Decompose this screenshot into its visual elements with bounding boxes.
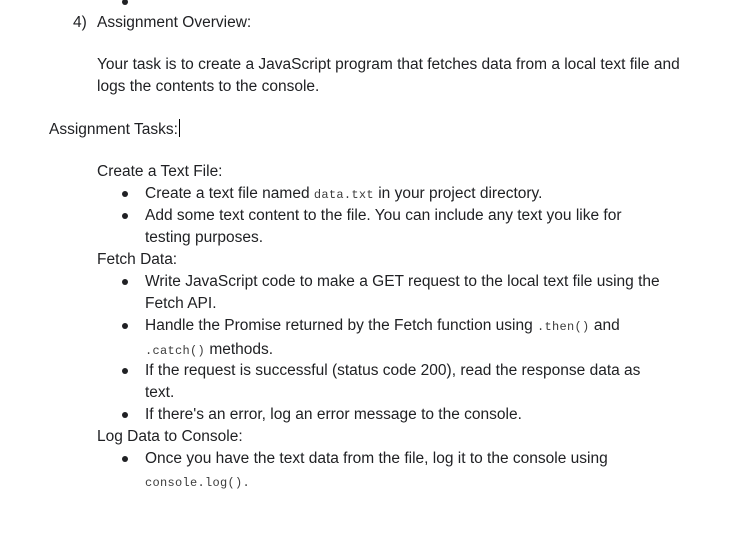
list-item: If the request is successful (status cod…	[145, 362, 641, 401]
bullet-dot	[122, 323, 128, 329]
tasks-heading-text: Assignment Tasks:	[49, 121, 178, 138]
list-item: If there's an error, log an error messag…	[145, 406, 522, 423]
code-then: .then()	[537, 320, 590, 334]
bullet-dot	[122, 368, 128, 374]
list-item: Once you have the text data from the fil…	[145, 450, 608, 490]
code-data-txt: data.txt	[313, 188, 374, 202]
text-cursor	[178, 119, 180, 137]
bullet-dot	[122, 0, 128, 5]
code-catch: .catch()	[145, 344, 206, 358]
section-description: Your task is to create a JavaScript prog…	[97, 56, 680, 95]
section-number: 4)	[73, 14, 87, 31]
group-heading-create-file: Create a Text File:	[97, 163, 223, 180]
group-heading-log-data: Log Data to Console:	[97, 428, 243, 445]
bullet-dot	[122, 191, 128, 197]
list-item: Add some text content to the file. You c…	[145, 207, 622, 246]
list-item: Write JavaScript code to make a GET requ…	[145, 273, 660, 312]
list-item: Handle the Promise returned by the Fetch…	[145, 317, 620, 358]
bullet-dot	[122, 412, 128, 418]
list-item: Create a text file named data.txt in you…	[145, 185, 543, 202]
bullet-dot	[122, 456, 128, 462]
group-heading-fetch-data: Fetch Data:	[97, 251, 178, 268]
bullet-dot	[122, 279, 128, 285]
bullet-dot	[122, 213, 128, 219]
code-console-log: console.log()	[145, 476, 243, 490]
section-title: Assignment Overview:	[97, 14, 252, 31]
tasks-heading[interactable]: Assignment Tasks:	[49, 119, 180, 141]
